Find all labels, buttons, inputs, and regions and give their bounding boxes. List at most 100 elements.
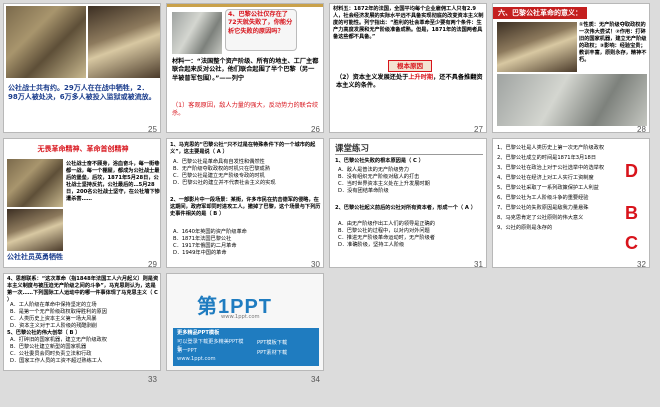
answer-mark: C	[625, 233, 638, 253]
slide-thumbnail-27[interactable]: 材料五：1872年的法国，全国平均每个企业雇佣工人只有2.9人，社会经济发展的实…	[329, 3, 487, 133]
option-item: C．人类历史上资本主义第一场大风暴	[10, 316, 97, 323]
slide-options: A．敌人是普法的无产阶级势力 B．没有组织无产阶级对敌人的打击 C．当时世界资本…	[338, 167, 484, 195]
option-item: B．没有组织无产阶级对敌人的打击	[338, 174, 420, 181]
list-item: 4、巴黎公社在经济上对工人实行工资制度	[497, 175, 594, 182]
slide-thumbnail-29[interactable]: 无畏革命精神、革命首创精神 公社战士奋不顾身，浴血奋斗，每一街巷都一战，每一个棚…	[3, 138, 161, 268]
slide-question: 2、巴黎公社起义前后的公社对所有资本者，形成一个（ A ）	[335, 205, 476, 211]
slide-number: 26	[311, 125, 320, 134]
option-item: B．是第一个无产阶级政权取得胜利的原因	[10, 309, 107, 316]
logo-url: www.1ppt.com	[221, 314, 260, 320]
slide-number: 31	[474, 260, 483, 269]
slide-photo	[497, 74, 647, 126]
list-item: 2、巴黎公社成立的时间是1871年3月18日	[497, 155, 597, 162]
slide-material: 材料一：“法国整个资产阶级、所有的地主、工厂主都联合起来反对公社，他们联合起围了…	[172, 58, 319, 82]
answer-mark: B	[625, 203, 638, 223]
option-item: A．1640年英国的资产阶级革命	[173, 229, 247, 235]
slide-options: A．1640年英国的资产阶级革命 B．1871年法国巴黎公社 C．1917年俄国…	[173, 229, 323, 257]
slide-body: 公社战士奋不顾身，浴血奋斗，每一街巷都一战，每一个棚屋，都成为公社战士最后的堡垒…	[66, 161, 160, 203]
list-item: 1、巴黎公社是人类历史上第一次无产阶级政权	[497, 145, 605, 151]
slide-photo	[497, 22, 577, 72]
option-item: C．1917年俄国的二月革命	[173, 243, 237, 250]
option-item: C．巴黎公社是建立无产阶级专政的时机	[173, 173, 265, 180]
slide-border-decor	[167, 4, 323, 7]
panel-line: 第一PPT	[177, 348, 197, 354]
slide-thumbnail-25[interactable]: 公社战士共有约。29万人在在战中牺牲，2．98万人被处决，6万多人被投入监狱或被…	[3, 3, 161, 133]
slide-number: 34	[311, 375, 320, 384]
list-item: 6、巴黎公社为工人阶级斗争的重要经验	[497, 195, 589, 202]
slide-number: 28	[637, 125, 646, 134]
slide-thumbnail-26[interactable]: 4、巴黎公社仅存在了72天就失败了，你能分析它失败的原因吗？ 材料一：“法国整个…	[166, 3, 324, 133]
slide-label-badge: 根本原因	[388, 60, 432, 72]
option-item: A．敌人是普法的无产阶级势力	[338, 167, 409, 173]
slide-options: A．由无产阶级作出工人们的领导是正确的 B．巴黎公社的过程中，以对内对外问题 C…	[338, 221, 484, 249]
panel-line: PPT模板下载	[257, 340, 288, 346]
panel-title: 更多精品PPT模板	[177, 330, 220, 336]
option-item: B．巴黎公社建立新型的国家机器	[10, 344, 87, 351]
list-item: 7、巴黎公社的失败原因是敌我力量悬殊	[497, 205, 589, 212]
slide-photo	[172, 12, 222, 54]
option-item: D．没有团结革命阶级	[338, 188, 389, 195]
slide-number: 29	[148, 260, 157, 269]
slide-paragraph: ①性质：无产阶级夺取政权的一次伟大尝试！②作用：打碎旧的国家机器，建立无产阶级的…	[579, 22, 647, 64]
slide-caption: 公社战士共有约。29万人在在战中牺牲，2．98万人被处决，6万多人被投入监狱或被…	[8, 84, 156, 102]
list-item: 9、公社的原则是永存的	[497, 225, 553, 232]
slide-number: 25	[148, 125, 157, 134]
slide-options: A．工人阶级在革命中保持坚定的立场 B．是第一个无产阶级政权取得胜利的原因 C．…	[10, 302, 160, 330]
option-item: B．巴黎公社的过程中，以对内对外问题	[338, 228, 430, 235]
option-item: A．工人阶级在革命中保持坚定的立场	[10, 302, 97, 308]
answer-highlight: 上升时期	[408, 74, 434, 81]
slide-photo	[88, 6, 160, 78]
slide-number: 32	[637, 260, 646, 269]
option-item: A．由无产阶级作出工人们的领导是正确的	[338, 221, 435, 227]
slide-thumbnail-32[interactable]: 1、巴黎公社是人类历史上第一次无产阶级政权 2、巴黎公社成立的时间是1871年3…	[492, 138, 650, 268]
option-item: D．巴黎公社的建立并不代表社会主义的实现	[173, 180, 276, 187]
slide-options: A．巴黎公社是革命具有自发性和偶然性 B．无产阶级夺取政权的时机只在巴黎成熟 C…	[173, 159, 323, 187]
slide-title: 无畏革命精神、革命首创精神	[4, 144, 160, 155]
list-item: 5、巴黎公社采取了一系列政策保护工人利益	[497, 185, 599, 192]
slide-thumbnail-34[interactable]: 第1PPT www.1ppt.com 更多精品PPT模板 可以登录下载更多精美P…	[166, 273, 324, 371]
option-item: C．推进无产阶级革命运动时，无产阶级者	[338, 235, 435, 242]
option-item: B．无产阶级夺取政权的时机只在巴黎成熟	[173, 166, 270, 173]
slide-thumbnail-28[interactable]: 六、巴黎公社革命的意义： ①性质：无产阶级夺取政权的一次伟大尝试！②作用：打碎旧…	[492, 3, 650, 133]
slide-number: 30	[311, 260, 320, 269]
panel-line: PPT素材下载	[257, 350, 288, 356]
slide-title: 六、巴黎公社革命的意义：	[493, 7, 587, 19]
option-item: D．国家工作人员的工资不超过熟练工人	[10, 358, 103, 365]
slide-photo	[7, 209, 63, 251]
slide-question: 4、思想联系：“这次革命（指1848年法国工人六月起义）则是资本主义制度与被压迫…	[7, 276, 159, 304]
option-item: A．打碎旧的国家机器，建立无产阶级政权	[10, 337, 107, 343]
slide-answer: （1）客观原因，敌人力量的强大，反动势力的联合绞杀。	[172, 102, 319, 118]
option-item: C．公社委员会同时负责立法和行政	[10, 351, 92, 358]
slide-number: 27	[474, 125, 483, 134]
answer-prefix: （2）资本主义发展还处于	[336, 74, 409, 81]
panel-line: www.1ppt.com	[177, 356, 216, 362]
slide-title: 课堂练习	[335, 144, 370, 154]
slide-question: 5、巴黎公社的伟大创举（ B ）	[7, 330, 81, 336]
slide-question-box: 4、巴黎公社仅存在了72天就失败了，你能分析它失败的原因吗？	[225, 9, 297, 51]
option-item: B．1871年法国巴黎公社	[173, 236, 232, 243]
slide-thumbnail-31[interactable]: 课堂练习 1、巴黎公社失败的根本原因是（ C ） A．敌人是普法的无产阶级势力 …	[329, 138, 487, 268]
slide-answer: （2）资本主义发展还处于上升时期，还不具备推翻资本主义的条件。	[336, 74, 484, 91]
option-item: C．当时世界资本主义处在上升发展时期	[338, 181, 430, 188]
slide-question: 4、巴黎公社仅存在了72天就失败了，你能分析它失败的原因吗？	[228, 11, 293, 35]
option-item: A．巴黎公社是革命具有自发性和偶然性	[173, 159, 265, 165]
ppt-logo: 第1PPT	[197, 290, 297, 318]
list-item: 8、马克思肯定了公社原则的伟大意义	[497, 215, 584, 222]
slide-question: 2、一部影片中一段场景：某街，许多市民在抗击德军的侵略，在这期间，政府军却同时进…	[170, 197, 321, 218]
slide-options: A．打碎旧的国家机器，建立无产阶级政权 B．巴黎公社建立新型的国家机器 C．公社…	[10, 337, 160, 365]
option-item: D．1949年中国的革命	[173, 250, 227, 257]
slide-photo	[7, 159, 63, 207]
slide-question: 1、马克思的“巴黎公社“只不过是在特殊条件下的一个城市的起义”，这主要是说（ A…	[170, 142, 316, 156]
slide-question: 1、巴黎公社失败的根本原因是（ C ）	[335, 158, 424, 164]
slide-caption: 公社社员英勇牺牲	[7, 253, 63, 261]
slide-sorter-grid: 公社战士共有约。29万人在在战中牺牲，2．98万人被处决，6万多人被投入监狱或被…	[0, 0, 660, 407]
promo-panel: 更多精品PPT模板 可以登录下载更多精美PPT模板 第一PPT www.1ppt…	[173, 328, 319, 366]
option-item: D．准确阶级，坚持工人阶级	[338, 242, 405, 249]
slide-lines: 1、巴黎公社是人类历史上第一次无产阶级政权 2、巴黎公社成立的时间是1871年3…	[497, 145, 615, 235]
slide-photo	[6, 6, 86, 78]
slide-thumbnail-30[interactable]: 1、马克思的“巴黎公社“只不过是在特殊条件下的一个城市的起义”，这主要是说（ A…	[166, 138, 324, 268]
slide-thumbnail-33[interactable]: 4、思想联系：“这次革命（指1848年法国工人六月起义）则是资本主义制度与被压迫…	[3, 273, 161, 371]
option-item: D．资本主义对于工人阶级的残酷剥削	[10, 323, 97, 330]
slide-title-underline	[335, 154, 483, 155]
list-item: 3、巴黎公社在政治上对于公社选举中的选举权	[497, 165, 605, 172]
